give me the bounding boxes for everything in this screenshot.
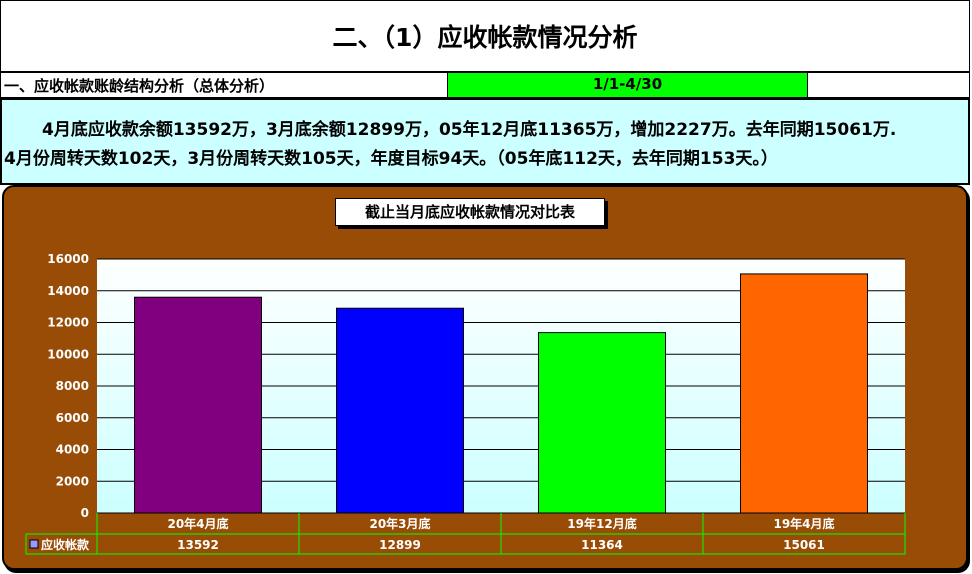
data-label: 13592 [177, 538, 219, 552]
y-tick-label: 2000 [56, 474, 89, 488]
chart-svg: 0 2000 4000 6000 8000 10000 12000 14000 16000 20年… [25, 252, 906, 555]
summary-line-2: 4月份周转天数102天，3月份周转天数105天，年度目标94天。（05年底112… [4, 149, 778, 169]
period-label: 1/1-4/30 [447, 73, 808, 97]
data-label: 12899 [379, 538, 421, 552]
y-tick-label: 14000 [47, 284, 89, 298]
legend-swatch [29, 539, 39, 549]
x-category-label: 19年12月底 [567, 516, 636, 531]
bar [740, 273, 868, 514]
legend-label: 应收帐款 [41, 537, 90, 552]
bar [336, 307, 464, 514]
data-label: 11364 [581, 538, 623, 552]
page-title: 二、（1）应收帐款情况分析 [0, 0, 970, 72]
section-label: 一、应收帐款账龄结构分析（总体分析） [4, 77, 275, 95]
y-tick-label: 8000 [56, 379, 89, 393]
summary-line-1: 4月底应收款余额13592万，3月底余额12899万，05年12月底11365万… [42, 120, 897, 140]
y-tick-label: 6000 [56, 411, 89, 425]
x-category-label: 20年3月底 [369, 516, 430, 531]
bar [538, 332, 666, 514]
y-tick-label: 0 [81, 506, 89, 520]
section-header: 一、应收帐款账龄结构分析（总体分析） 1/1-4/30 [0, 71, 970, 98]
table-row-border [25, 533, 906, 555]
bar [134, 296, 262, 514]
y-tick-label: 4000 [56, 443, 89, 457]
x-category-label: 20年4月底 [167, 516, 228, 531]
y-tick-label: 16000 [47, 252, 89, 266]
chart-area: 截止当月底应收帐款情况对比表 0 2000 4000 6000 8000 10000 120… [2, 185, 968, 570]
x-category-label: 19年4月底 [773, 516, 834, 531]
y-tick-label: 10000 [47, 347, 89, 361]
y-tick-label: 12000 [47, 316, 89, 330]
summary-box: 4月底应收款余额13592万，3月底余额12899万，05年12月底11365万… [0, 98, 970, 185]
data-label: 15061 [783, 538, 825, 552]
